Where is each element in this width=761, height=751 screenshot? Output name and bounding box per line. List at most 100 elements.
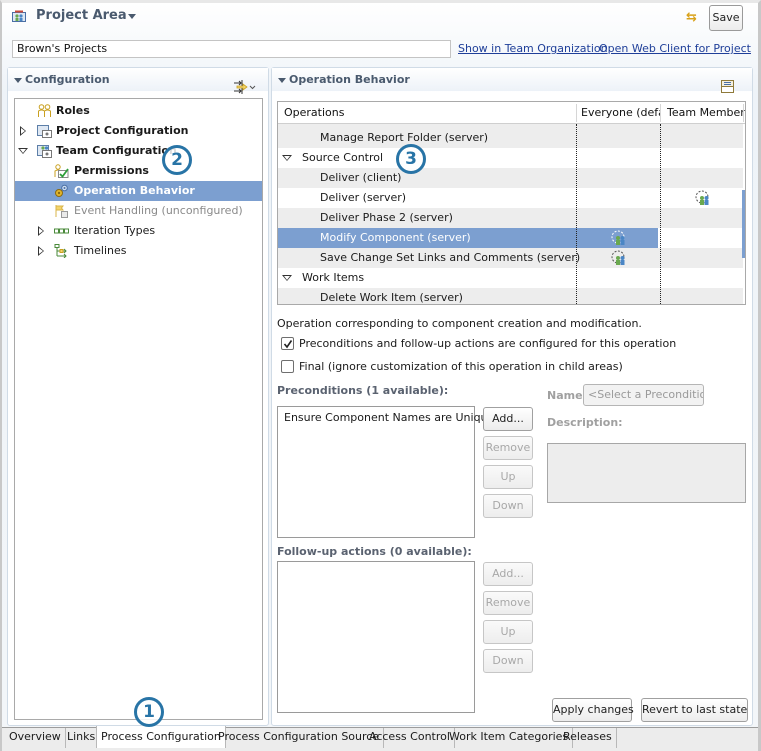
table-row[interactable]: Delete Work Item (server) <box>278 288 743 304</box>
table-row[interactable]: Deliver (client) <box>278 168 743 188</box>
collapse-icon[interactable] <box>282 155 292 161</box>
tree-item-label: Team Configuration <box>56 144 177 157</box>
operation-label: Deliver (server) <box>320 191 407 204</box>
description-textarea[interactable] <box>547 443 746 503</box>
timelines-icon <box>54 244 67 258</box>
revert-button[interactable]: Revert to last state <box>641 698 748 722</box>
tab-links[interactable]: Links <box>63 728 101 748</box>
collapse-icon[interactable] <box>14 78 22 83</box>
show-in-team-organization-link[interactable]: Show in Team Organization <box>458 42 608 55</box>
tree-item-operation-behavior[interactable]: Operation Behavior <box>15 181 262 201</box>
column-header-team-member[interactable]: Team Member <box>667 106 745 119</box>
tab-releases[interactable]: Releases <box>559 728 617 748</box>
project-area-icon <box>12 10 26 22</box>
tree-item-project-configuration[interactable]: Project Configuration <box>15 121 262 141</box>
preconditions-configured-label[interactable]: Preconditions and follow-up actions are … <box>299 337 676 350</box>
table-row[interactable]: Deliver Phase 2 (server) <box>278 208 743 228</box>
table-row[interactable]: Save Change Set Links and Comments (serv… <box>278 248 743 268</box>
preconditions-list[interactable]: Ensure Component Names are Unique <box>277 406 494 538</box>
precondition-name-select[interactable]: <Select a Precondition o <box>583 384 704 406</box>
precondition-add-button[interactable]: Add... <box>483 407 533 431</box>
tab-overview[interactable]: Overview <box>5 728 66 748</box>
expand-icon[interactable] <box>38 246 44 256</box>
apply-changes-button[interactable]: Apply changes <box>552 698 634 722</box>
tree-item-label: Project Configuration <box>56 124 189 137</box>
column-header-everyone[interactable]: Everyone (defa <box>581 106 661 119</box>
tree-item-roles[interactable]: Roles <box>15 101 262 121</box>
description-label: Description: <box>547 416 623 429</box>
project-configuration-icon <box>37 125 52 138</box>
precondition-remove-button[interactable]: Remove <box>483 436 533 460</box>
tab-access-control[interactable]: Access Control <box>365 728 455 748</box>
expand-icon[interactable] <box>20 126 26 136</box>
operation-label: Deliver (client) <box>320 171 402 184</box>
column-divider <box>660 124 661 304</box>
filter-actions-icon[interactable] <box>233 80 257 94</box>
operations-table-header: Operations Everyone (defa Team Member <box>278 102 745 124</box>
tab-process-configuration[interactable]: Process Configuration <box>96 726 226 748</box>
final-label[interactable]: Final (ignore customization of this oper… <box>299 360 623 373</box>
checkmark-icon <box>283 340 293 349</box>
permissions-icon <box>54 164 69 178</box>
tree-item-label: Event Handling (unconfigured) <box>74 204 243 217</box>
save-button[interactable]: Save <box>709 5 743 31</box>
column-separator[interactable] <box>576 104 577 122</box>
configured-role-icon <box>611 250 625 265</box>
table-row[interactable]: Manage Report Folder (server) <box>278 128 743 148</box>
preconditions-configured-checkbox[interactable] <box>281 337 294 350</box>
collapse-icon[interactable] <box>278 78 286 83</box>
column-separator[interactable] <box>660 104 661 122</box>
followup-remove-button[interactable]: Remove <box>483 591 533 615</box>
precondition-up-button[interactable]: Up <box>483 465 533 489</box>
column-divider <box>576 124 577 304</box>
followup-add-button[interactable]: Add... <box>483 562 533 586</box>
expand-icon[interactable] <box>38 226 44 236</box>
operation-group-label: Work Items <box>302 271 365 284</box>
collapse-icon[interactable] <box>18 148 28 154</box>
callout-2: 2 <box>162 145 192 175</box>
table-scrollbar-thumb[interactable] <box>742 190 745 258</box>
iteration-types-icon <box>54 228 69 234</box>
column-separator[interactable] <box>743 104 744 122</box>
title-dropdown-icon[interactable] <box>128 14 136 19</box>
tree-item-permissions[interactable]: Permissions <box>15 161 262 181</box>
table-row[interactable]: Work Items <box>278 268 743 288</box>
preconditions-title: Preconditions (1 available): <box>277 384 449 397</box>
operation-label: Delete Work Item (server) <box>320 291 463 304</box>
operation-behavior-title: Operation Behavior <box>289 73 410 86</box>
operation-behavior-header[interactable]: Operation Behavior <box>272 68 752 93</box>
tree-item-label: Timelines <box>74 244 127 257</box>
tree-item-timelines[interactable]: Timelines <box>15 241 262 261</box>
collapse-icon[interactable] <box>282 275 292 281</box>
operation-label: Modify Component (server) <box>320 231 471 244</box>
name-label: Name: <box>547 389 587 402</box>
operation-behavior-icon <box>55 184 68 197</box>
tab-work-item-categories[interactable]: Work Item Categories <box>445 728 574 748</box>
editor-tab-bar: Overview Links Process Configuration Pro… <box>2 726 758 751</box>
followup-down-button[interactable]: Down <box>483 649 533 673</box>
tree-item-label: Roles <box>56 104 90 117</box>
table-row[interactable]: Deliver (server) <box>278 188 743 208</box>
open-web-client-link[interactable]: Open Web Client for Project <box>599 42 751 55</box>
configuration-header[interactable]: Configuration <box>8 68 268 94</box>
configuration-tree[interactable]: Roles Project Configuration Team Configu… <box>14 98 263 720</box>
event-handling-icon <box>55 205 68 218</box>
team-configuration-icon <box>37 145 52 158</box>
column-header-operations[interactable]: Operations <box>284 106 344 119</box>
followups-list[interactable] <box>277 561 475 713</box>
tree-item-team-configuration[interactable]: Team Configuration <box>15 141 262 161</box>
table-row[interactable]: Source Control <box>278 148 743 168</box>
layout-toggle-icon[interactable] <box>721 80 734 93</box>
project-name-input[interactable]: Brown's Projects <box>12 40 451 58</box>
tree-item-iteration-types[interactable]: Iteration Types <box>15 221 262 241</box>
refresh-sync-icon[interactable]: ⇆ <box>686 11 702 25</box>
final-checkbox[interactable] <box>281 360 294 373</box>
list-item[interactable]: Ensure Component Names are Unique <box>284 411 494 424</box>
callout-3: 3 <box>396 144 426 174</box>
followup-up-button[interactable]: Up <box>483 620 533 644</box>
tree-item-event-handling[interactable]: Event Handling (unconfigured) <box>15 201 262 221</box>
table-row-selected[interactable]: Modify Component (server) <box>278 228 743 248</box>
operations-table[interactable]: Operations Everyone (defa Team Member Ma… <box>277 101 746 305</box>
tab-process-configuration-source[interactable]: Process Configuration Source <box>214 728 385 748</box>
precondition-down-button[interactable]: Down <box>483 494 533 518</box>
